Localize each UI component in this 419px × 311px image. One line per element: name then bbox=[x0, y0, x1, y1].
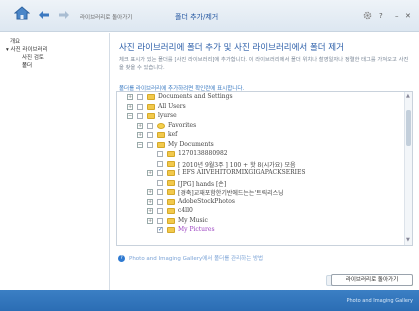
star-icon bbox=[157, 122, 165, 129]
folder-label[interactable]: kef bbox=[168, 131, 177, 138]
folder-icon bbox=[167, 198, 175, 205]
expand-icon[interactable]: + bbox=[127, 103, 133, 110]
footer-brand: Photo and Imaging Gallery bbox=[346, 298, 413, 304]
expand-icon[interactable]: + bbox=[147, 198, 153, 205]
folder-label[interactable]: [JPG] hands [손] bbox=[178, 179, 226, 188]
info-icon: ? bbox=[118, 255, 125, 262]
sidebar-item-overview[interactable]: 개요 bbox=[10, 37, 20, 45]
page-title: 사진 라이브러리에 폴더 추가 및 사진 라이브러리에서 폴더 제거 bbox=[119, 43, 344, 53]
back-arrow-icon[interactable] bbox=[38, 10, 50, 20]
gear-icon[interactable] bbox=[363, 11, 372, 20]
help-button[interactable]: ? bbox=[379, 12, 383, 20]
window-title: 폴더 추가/제거 bbox=[175, 13, 219, 21]
expand-icon[interactable]: + bbox=[147, 189, 153, 195]
folder-label[interactable]: [경축]교재포함한기반에드는는'트릭리스닝 bbox=[178, 188, 284, 197]
close-button[interactable]: ✕ bbox=[405, 12, 411, 20]
tree-scrollbar[interactable]: ▲ ▼ bbox=[404, 92, 412, 245]
folder-checkbox[interactable] bbox=[157, 208, 163, 214]
footer-bar: Photo and Imaging Gallery bbox=[0, 290, 419, 311]
folder-label[interactable]: All Users bbox=[158, 103, 186, 110]
folder-checkbox[interactable] bbox=[157, 217, 163, 224]
help-link-text[interactable]: Photo and Imaging Gallery에서 폴더를 관리하는 방법 bbox=[129, 256, 263, 262]
folder-icon bbox=[167, 227, 175, 233]
folder-icon bbox=[167, 189, 175, 195]
folder-label[interactable]: [ EFS AIIVEHITORMIXGIGAPACKSERIES bbox=[178, 169, 305, 176]
folder-icon bbox=[147, 113, 155, 119]
folder-checkbox[interactable] bbox=[147, 122, 153, 129]
folder-label[interactable]: [ 2010년 9월3주 ] 100 + 핫 8(시가요) 모음 bbox=[178, 160, 296, 169]
expand-icon[interactable]: + bbox=[147, 170, 153, 176]
folder-label[interactable]: Favorites bbox=[168, 122, 196, 129]
folder-checkbox[interactable] bbox=[157, 189, 163, 195]
folder-checkbox[interactable] bbox=[157, 170, 163, 176]
folder-icon bbox=[167, 160, 175, 167]
main-panel: 사진 라이브러리에 폴더 추가 및 사진 라이브러리에서 폴더 제거 체크 표시… bbox=[111, 33, 419, 290]
expand-icon[interactable]: + bbox=[147, 217, 153, 224]
folder-checkbox[interactable] bbox=[157, 179, 163, 186]
folder-label[interactable]: AdobeStockPhotos bbox=[178, 198, 235, 205]
folder-checkbox[interactable] bbox=[157, 151, 163, 157]
sidebar-item-photo-library[interactable]: ▾ 사진 라이브러리 bbox=[6, 45, 48, 53]
expand-icon[interactable]: + bbox=[137, 132, 143, 138]
folder-checkbox[interactable] bbox=[157, 160, 163, 167]
home-icon[interactable] bbox=[14, 6, 30, 20]
folder-icon bbox=[157, 141, 165, 148]
folder-icon bbox=[157, 132, 165, 138]
folder-label[interactable]: Documents and Settings bbox=[158, 93, 233, 100]
folder-label[interactable]: My Documents bbox=[168, 141, 214, 148]
expand-icon[interactable]: + bbox=[147, 208, 153, 214]
folder-label[interactable]: c4ll0 bbox=[178, 207, 193, 214]
folder-checkbox[interactable] bbox=[137, 103, 143, 110]
collapse-icon[interactable]: − bbox=[137, 141, 143, 148]
folder-label[interactable]: lyurse bbox=[158, 112, 177, 119]
folder-label[interactable]: My Pictures bbox=[178, 226, 215, 233]
folder-label[interactable]: My Music bbox=[178, 217, 208, 224]
scroll-down-icon[interactable]: ▼ bbox=[406, 237, 410, 243]
collapse-icon[interactable]: − bbox=[127, 113, 133, 119]
expand-icon[interactable]: + bbox=[127, 94, 133, 100]
minimize-button[interactable]: – bbox=[395, 12, 399, 20]
folder-icon bbox=[147, 103, 155, 110]
folder-icon bbox=[167, 179, 175, 186]
scroll-up-icon[interactable]: ▲ bbox=[406, 93, 410, 99]
page-description: 체크 표시가 있는 폴더를 [사진 라이브러리]에 추가합니다. 이 라이브러리… bbox=[119, 57, 409, 71]
sidebar: 개요 ▾ 사진 라이브러리 사진 검토 폴더 bbox=[0, 33, 110, 290]
folder-icon bbox=[167, 217, 175, 224]
folder-checkbox[interactable] bbox=[147, 132, 153, 138]
forward-arrow-icon[interactable] bbox=[58, 10, 70, 20]
folder-tree[interactable]: + Documents and Settings + All Users − lyurse… bbox=[116, 91, 413, 246]
folder-checkbox[interactable] bbox=[157, 198, 163, 205]
folder-icon bbox=[167, 170, 175, 176]
folder-label[interactable]: 1270138880982 bbox=[178, 150, 228, 157]
folder-icon bbox=[167, 151, 175, 157]
breadcrumb[interactable]: 라이브러리로 돌아가기 bbox=[80, 13, 132, 21]
folder-checkbox[interactable] bbox=[137, 94, 143, 100]
title-bar: 라이브러리로 돌아가기 폴더 추가/제거 ? – ✕ bbox=[0, 0, 419, 32]
expand-icon[interactable]: + bbox=[137, 122, 143, 129]
folder-icon bbox=[147, 94, 155, 100]
folder-checkbox[interactable] bbox=[157, 226, 163, 233]
folder-icon bbox=[167, 208, 175, 214]
help-link[interactable]: ? Photo and Imaging Gallery에서 폴더를 관리하는 방법 bbox=[118, 254, 263, 262]
sidebar-item-photo-review[interactable]: 사진 검토 bbox=[22, 53, 44, 61]
scroll-thumb[interactable] bbox=[406, 110, 411, 146]
sidebar-item-folders[interactable]: 폴더 bbox=[22, 61, 32, 69]
folder-checkbox[interactable] bbox=[147, 141, 153, 148]
folder-checkbox[interactable] bbox=[137, 113, 143, 119]
back-to-library-button[interactable]: 라이브러리로 돌아가기 bbox=[331, 274, 413, 286]
